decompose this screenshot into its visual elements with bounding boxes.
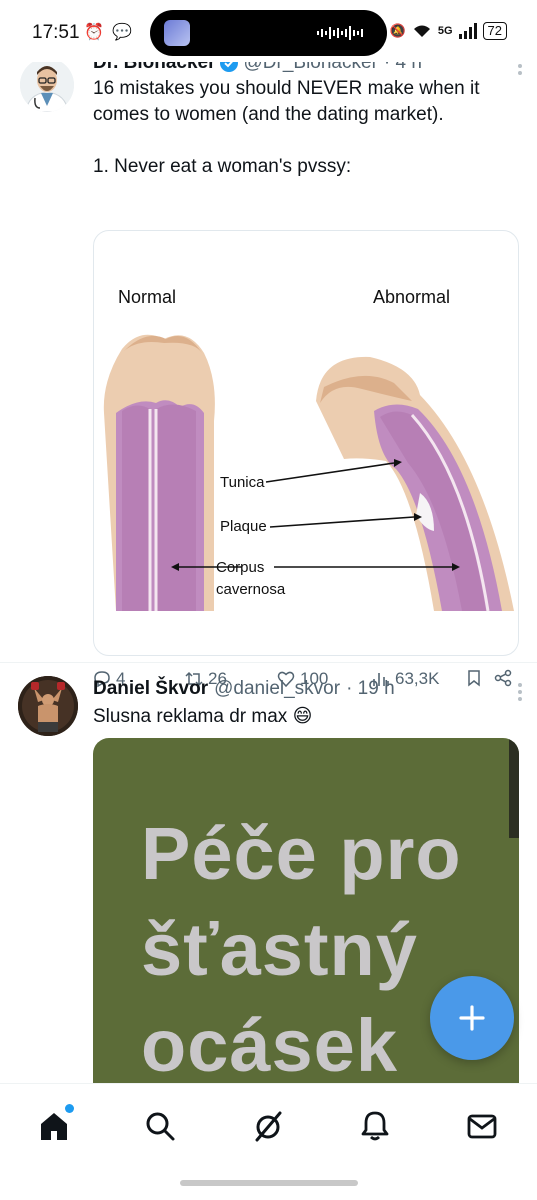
avatar[interactable] (20, 58, 74, 112)
billboard-line-2: šťastný (141, 908, 418, 991)
billboard-line-1: Péče pro (141, 812, 462, 895)
doctor-avatar-icon (20, 58, 74, 112)
bottom-navigation (0, 1083, 537, 1200)
nav-messages[interactable] (462, 1106, 502, 1146)
tweet-divider (0, 662, 537, 663)
nav-notifications[interactable] (355, 1106, 395, 1146)
tweet-time[interactable]: · 19 h (346, 678, 395, 700)
battery-indicator: 72 (482, 22, 507, 40)
nav-home[interactable] (34, 1104, 74, 1146)
search-icon (146, 1112, 175, 1141)
notification-dot (65, 1104, 74, 1113)
plus-icon (459, 1005, 485, 1031)
grok-icon (255, 1111, 282, 1142)
author-name[interactable]: Daniel Škvor (93, 678, 208, 700)
mail-icon (467, 1114, 497, 1139)
network-type: 5G (437, 25, 453, 37)
mute-icon: 🔕 (389, 23, 406, 38)
billboard-text: Péče pro šťastný ocásek (141, 806, 462, 1094)
wifi-icon (413, 25, 430, 37)
label-normal: Normal (118, 287, 177, 307)
dynamic-island (150, 10, 387, 56)
label-tunica: Tunica (220, 474, 265, 491)
tweet-header: Daniel Škvor @daniel_skvor · 19 h (93, 678, 518, 700)
tweet-text: Slusna reklama dr max 😄 (93, 706, 313, 727)
label-abnormal: Abnormal (373, 287, 451, 307)
audio-wave-icon (317, 26, 363, 40)
tweet-image[interactable]: Normal Abnormal Tunica Plaque Corpus cav… (93, 230, 519, 656)
nav-search[interactable] (140, 1106, 180, 1146)
label-corpus: Corpus (216, 559, 265, 576)
tweet-image[interactable]: Péče pro šťastný ocásek (93, 738, 519, 1118)
nav-grok[interactable] (248, 1106, 288, 1146)
signal-icon (458, 23, 477, 39)
author-handle[interactable]: @daniel_skvor (214, 678, 340, 700)
compose-button[interactable] (430, 976, 514, 1060)
tweet-body: Daniel Škvor @daniel_skvor · 19 h Slusna… (93, 678, 522, 730)
status-notification-icons: ⏰ 💬 (84, 24, 135, 41)
status-bar: 17:51 ⏰ 💬 🔕 5G 72 (0, 0, 537, 62)
status-right-icons: 🔕 5G 72 (390, 22, 507, 40)
tweet-text: 16 mistakes you should NEVER make when i… (93, 78, 480, 177)
bell-icon (361, 1111, 389, 1141)
label-cavernosa: cavernosa (216, 581, 286, 598)
avatar[interactable] (18, 676, 78, 736)
status-time: 17:51 (32, 22, 80, 43)
billboard-edge (509, 738, 519, 838)
label-plaque: Plaque (220, 518, 267, 535)
tweet-body: Dr. Biohacker @Dr_Biohacker · 4 h 16 mis… (93, 52, 522, 180)
billboard-line-3: ocásek (141, 1004, 398, 1087)
more-options-icon[interactable] (517, 682, 523, 702)
home-icon (41, 1113, 67, 1140)
home-indicator[interactable] (180, 1180, 358, 1186)
fighter-avatar-icon (18, 676, 78, 736)
media-app-icon (164, 20, 190, 46)
